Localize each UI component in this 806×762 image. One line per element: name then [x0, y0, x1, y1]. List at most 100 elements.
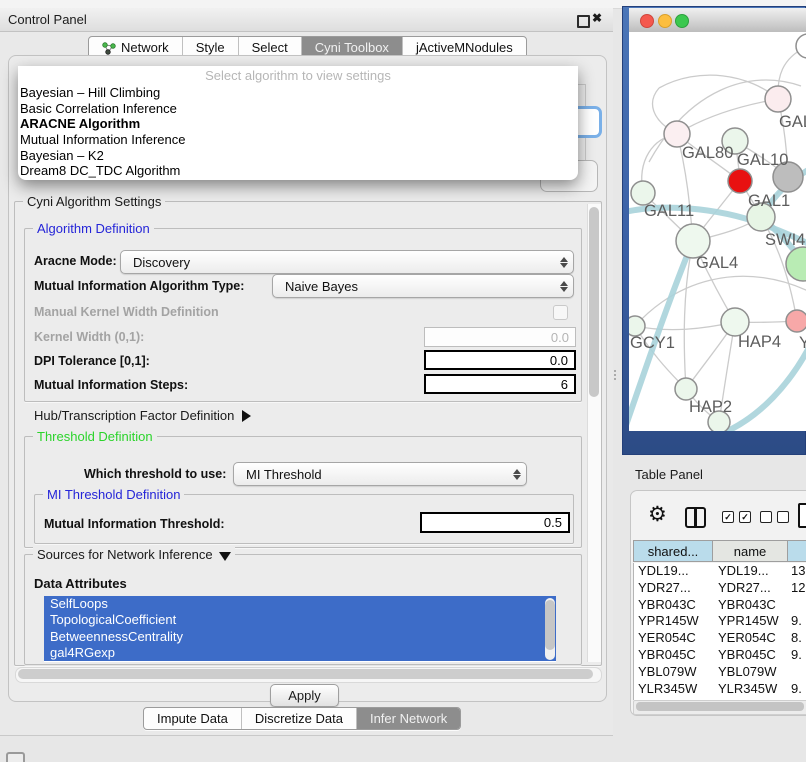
- table-horizontal-scrollbar[interactable]: [633, 700, 806, 715]
- table-cell[interactable]: YER054C: [638, 630, 696, 647]
- scrollbar-thumb[interactable]: [589, 207, 599, 397]
- aracne-mode-select[interactable]: Discovery: [120, 250, 574, 274]
- algorithm-option[interactable]: Mutual Information Inference: [18, 132, 578, 148]
- settings-vertical-scrollbar[interactable]: [587, 204, 601, 662]
- network-edge[interactable]: [721, 340, 806, 431]
- mi-steps-field[interactable]: 6: [424, 374, 576, 394]
- table-cell[interactable]: YDL19...: [638, 563, 689, 580]
- data-attributes-list: SelfLoopsTopologicalCoefficientBetweenne…: [44, 596, 556, 662]
- network-edge[interactable]: [677, 99, 778, 134]
- mi-type-select[interactable]: Naive Bayes: [272, 274, 574, 298]
- panel-splitter-handle[interactable]: [614, 370, 621, 380]
- table-cell[interactable]: 9.: [791, 681, 802, 698]
- table-cell[interactable]: 12: [791, 580, 805, 597]
- algorithm-option[interactable]: Dream8 DC_TDC Algorithm: [18, 163, 578, 179]
- float-panel-icon[interactable]: [577, 15, 590, 28]
- network-node[interactable]: [786, 247, 806, 281]
- network-node[interactable]: [675, 378, 697, 400]
- algorithm-option[interactable]: Basic Correlation Inference: [18, 101, 578, 117]
- close-icon[interactable]: ✖: [592, 11, 602, 25]
- hub-definition-expander[interactable]: Hub/Transcription Factor Definition: [34, 408, 251, 423]
- table-cell[interactable]: YER054C: [718, 630, 776, 647]
- algorithm-option[interactable]: Bayesian – Hill Climbing: [18, 85, 578, 101]
- network-node[interactable]: [796, 34, 806, 58]
- checked-checkbox-icon[interactable]: ✓: [722, 511, 734, 523]
- table-cell[interactable]: YBR045C: [718, 647, 776, 664]
- table-cell[interactable]: YLR345W: [718, 681, 777, 698]
- tab-discretize-data[interactable]: Discretize Data: [241, 708, 356, 729]
- table-row[interactable]: YBL079W YBL079W: [634, 664, 806, 681]
- zoom-traffic-light-icon[interactable]: [675, 14, 689, 28]
- table-row[interactable]: YBR043C YBR043C: [634, 597, 806, 614]
- tab-infer-network[interactable]: Infer Network: [356, 708, 460, 729]
- column-header[interactable]: shared...: [633, 540, 713, 562]
- table-panel-title: Table Panel: [635, 462, 703, 487]
- table-cell[interactable]: YDL19...: [718, 563, 769, 580]
- table-cell[interactable]: YBR043C: [638, 597, 696, 614]
- mi-threshold-field[interactable]: 0.5: [420, 512, 570, 533]
- table-row[interactable]: YBR045C YBR045C 9.: [634, 647, 806, 664]
- network-node[interactable]: [728, 169, 752, 193]
- network-node[interactable]: [765, 86, 791, 112]
- unchecked-checkbox-icon[interactable]: [760, 511, 772, 523]
- network-node[interactable]: [629, 316, 645, 336]
- network-view-window[interactable]: GALGAL80GAL10GAL1GAL11SWI4GAL4GCY1HAP4YH…: [622, 6, 806, 455]
- algorithm-option[interactable]: Bayesian – K2: [18, 148, 578, 164]
- close-traffic-light-icon[interactable]: [640, 14, 654, 28]
- data-attribute-item[interactable]: gal4RGexp: [44, 645, 556, 661]
- minimize-traffic-light-icon[interactable]: [658, 14, 672, 28]
- network-window-titlebar[interactable]: [629, 8, 806, 33]
- network-edge[interactable]: [659, 75, 778, 99]
- mi-steps-label: Mutual Information Steps:: [34, 378, 188, 392]
- table-cell[interactable]: YBR045C: [638, 647, 696, 664]
- document-icon[interactable]: [798, 503, 806, 528]
- table-cell[interactable]: YDR27...: [718, 580, 771, 597]
- data-attribute-item[interactable]: SelfLoops: [44, 596, 556, 612]
- table-row[interactable]: YDL19... YDL19... 13: [634, 563, 806, 580]
- table-cell[interactable]: YLR345W: [638, 681, 697, 698]
- table-cell[interactable]: YPR145W: [638, 613, 699, 630]
- stepper-arrows-icon: [508, 469, 526, 480]
- network-node[interactable]: [721, 308, 749, 336]
- apply-button[interactable]: Apply: [270, 684, 339, 707]
- table-cell[interactable]: 9.: [791, 613, 802, 630]
- table-cell[interactable]: YBR043C: [718, 597, 776, 614]
- column-header[interactable]: name: [713, 540, 788, 562]
- table-cell[interactable]: YBL079W: [718, 664, 777, 681]
- which-threshold-select[interactable]: MI Threshold: [233, 462, 527, 486]
- checked-checkbox-icon[interactable]: ✓: [739, 511, 751, 523]
- manual-kernel-checkbox[interactable]: [553, 305, 568, 320]
- sources-expander[interactable]: Sources for Network Inference: [33, 547, 235, 562]
- table-row[interactable]: YER054C YER054C 8.: [634, 630, 806, 647]
- scrollbar-thumb[interactable]: [545, 600, 555, 650]
- kernel-width-field[interactable]: 0.0: [424, 327, 576, 347]
- network-node[interactable]: [676, 224, 710, 258]
- table-cell[interactable]: 13: [791, 563, 805, 580]
- table-cell[interactable]: YPR145W: [718, 613, 779, 630]
- list-vertical-scrollbar[interactable]: [545, 598, 555, 660]
- table-cell[interactable]: YDR27...: [638, 580, 691, 597]
- split-panel-icon[interactable]: [685, 507, 706, 528]
- minimized-panel-icon[interactable]: [6, 752, 25, 762]
- data-attribute-item[interactable]: BetweennessCentrality: [44, 629, 556, 645]
- kernel-width-label: Kernel Width (0,1):: [34, 330, 144, 344]
- scrollbar-thumb[interactable]: [636, 702, 804, 711]
- data-attribute-item[interactable]: TopologicalCoefficient: [44, 612, 556, 628]
- dpi-tolerance-field[interactable]: 0.0: [424, 350, 576, 370]
- table-cell[interactable]: 9.: [791, 647, 802, 664]
- algorithm-option[interactable]: ARACNE Algorithm: [18, 116, 578, 132]
- gear-icon[interactable]: ⚙: [648, 503, 667, 527]
- table-row[interactable]: YLR345W YLR345W 9.: [634, 681, 806, 698]
- scrollbar-thumb[interactable]: [18, 669, 593, 679]
- network-canvas[interactable]: GALGAL80GAL10GAL1GAL11SWI4GAL4GCY1HAP4YH…: [629, 32, 806, 431]
- settings-horizontal-scrollbar[interactable]: [15, 667, 602, 683]
- table-row[interactable]: YDR27... YDR27... 12: [634, 580, 806, 597]
- unchecked-checkbox-icon[interactable]: [777, 511, 789, 523]
- table-cell[interactable]: YBL079W: [638, 664, 697, 681]
- table-row[interactable]: YPR145W YPR145W 9.: [634, 613, 806, 630]
- network-icon: [102, 41, 116, 55]
- column-header[interactable]: [788, 540, 806, 562]
- table-cell[interactable]: 8.: [791, 630, 802, 647]
- tab-impute-data[interactable]: Impute Data: [144, 708, 241, 729]
- network-node[interactable]: [786, 310, 806, 332]
